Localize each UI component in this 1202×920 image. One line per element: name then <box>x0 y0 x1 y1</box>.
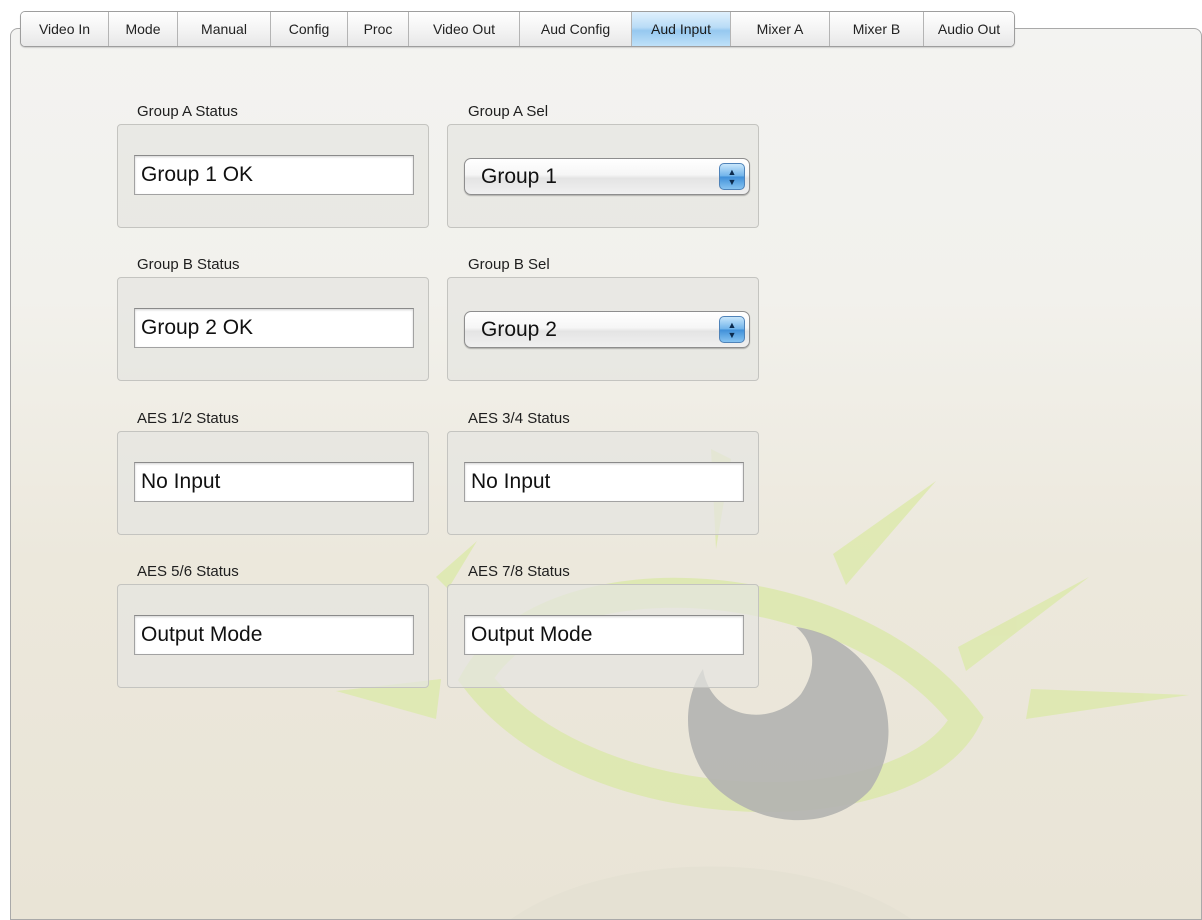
aes-12-status-field: No Input <box>134 462 414 502</box>
tab-panel: Group A Status Group 1 OK Group A Sel Gr… <box>10 28 1202 920</box>
group-a-status-label: Group A Status <box>137 103 238 120</box>
tab-mode[interactable]: Mode <box>108 12 177 46</box>
tab-video-in[interactable]: Video In <box>21 12 108 46</box>
up-down-chevron-icon: ▲ ▼ <box>719 316 745 343</box>
tab-audio-out[interactable]: Audio Out <box>923 12 1014 46</box>
aes-56-status-box: Output Mode <box>117 584 429 688</box>
aes-56-status-field: Output Mode <box>134 615 414 655</box>
aes-34-status-box: No Input <box>447 431 759 535</box>
aes-12-status-label: AES 1/2 Status <box>137 410 239 427</box>
group-b-status-field: Group 2 OK <box>134 308 414 348</box>
aes-34-status-field: No Input <box>464 462 744 502</box>
up-down-chevron-icon: ▲ ▼ <box>719 163 745 190</box>
tab-config[interactable]: Config <box>270 12 347 46</box>
tab-mixer-a[interactable]: Mixer A <box>730 12 829 46</box>
group-b-sel-box: Group 2 ▲ ▼ <box>447 277 759 381</box>
aes-78-status-label: AES 7/8 Status <box>468 563 570 580</box>
group-b-status-box: Group 2 OK <box>117 277 429 381</box>
tab-mixer-b[interactable]: Mixer B <box>829 12 923 46</box>
group-b-status-label: Group B Status <box>137 256 240 273</box>
group-a-status-box: Group 1 OK <box>117 124 429 228</box>
group-b-select[interactable]: Group 2 ▲ ▼ <box>464 311 750 348</box>
aes-12-status-box: No Input <box>117 431 429 535</box>
tab-video-out[interactable]: Video Out <box>408 12 519 46</box>
aes-78-status-field: Output Mode <box>464 615 744 655</box>
aes-56-status-label: AES 5/6 Status <box>137 563 239 580</box>
group-b-select-value: Group 2 <box>481 318 557 341</box>
group-a-sel-box: Group 1 ▲ ▼ <box>447 124 759 228</box>
tab-bar: Video In Mode Manual Config Proc Video O… <box>20 11 1015 47</box>
tab-proc[interactable]: Proc <box>347 12 408 46</box>
tab-aud-input[interactable]: Aud Input <box>631 12 730 46</box>
tab-manual[interactable]: Manual <box>177 12 270 46</box>
tab-aud-config[interactable]: Aud Config <box>519 12 631 46</box>
group-a-select[interactable]: Group 1 ▲ ▼ <box>464 158 750 195</box>
group-a-select-value: Group 1 <box>481 165 557 188</box>
group-a-sel-label: Group A Sel <box>468 103 549 120</box>
aes-34-status-label: AES 3/4 Status <box>468 410 570 427</box>
group-b-sel-label: Group B Sel <box>468 256 550 273</box>
group-a-status-field: Group 1 OK <box>134 155 414 195</box>
aes-78-status-box: Output Mode <box>447 584 759 688</box>
